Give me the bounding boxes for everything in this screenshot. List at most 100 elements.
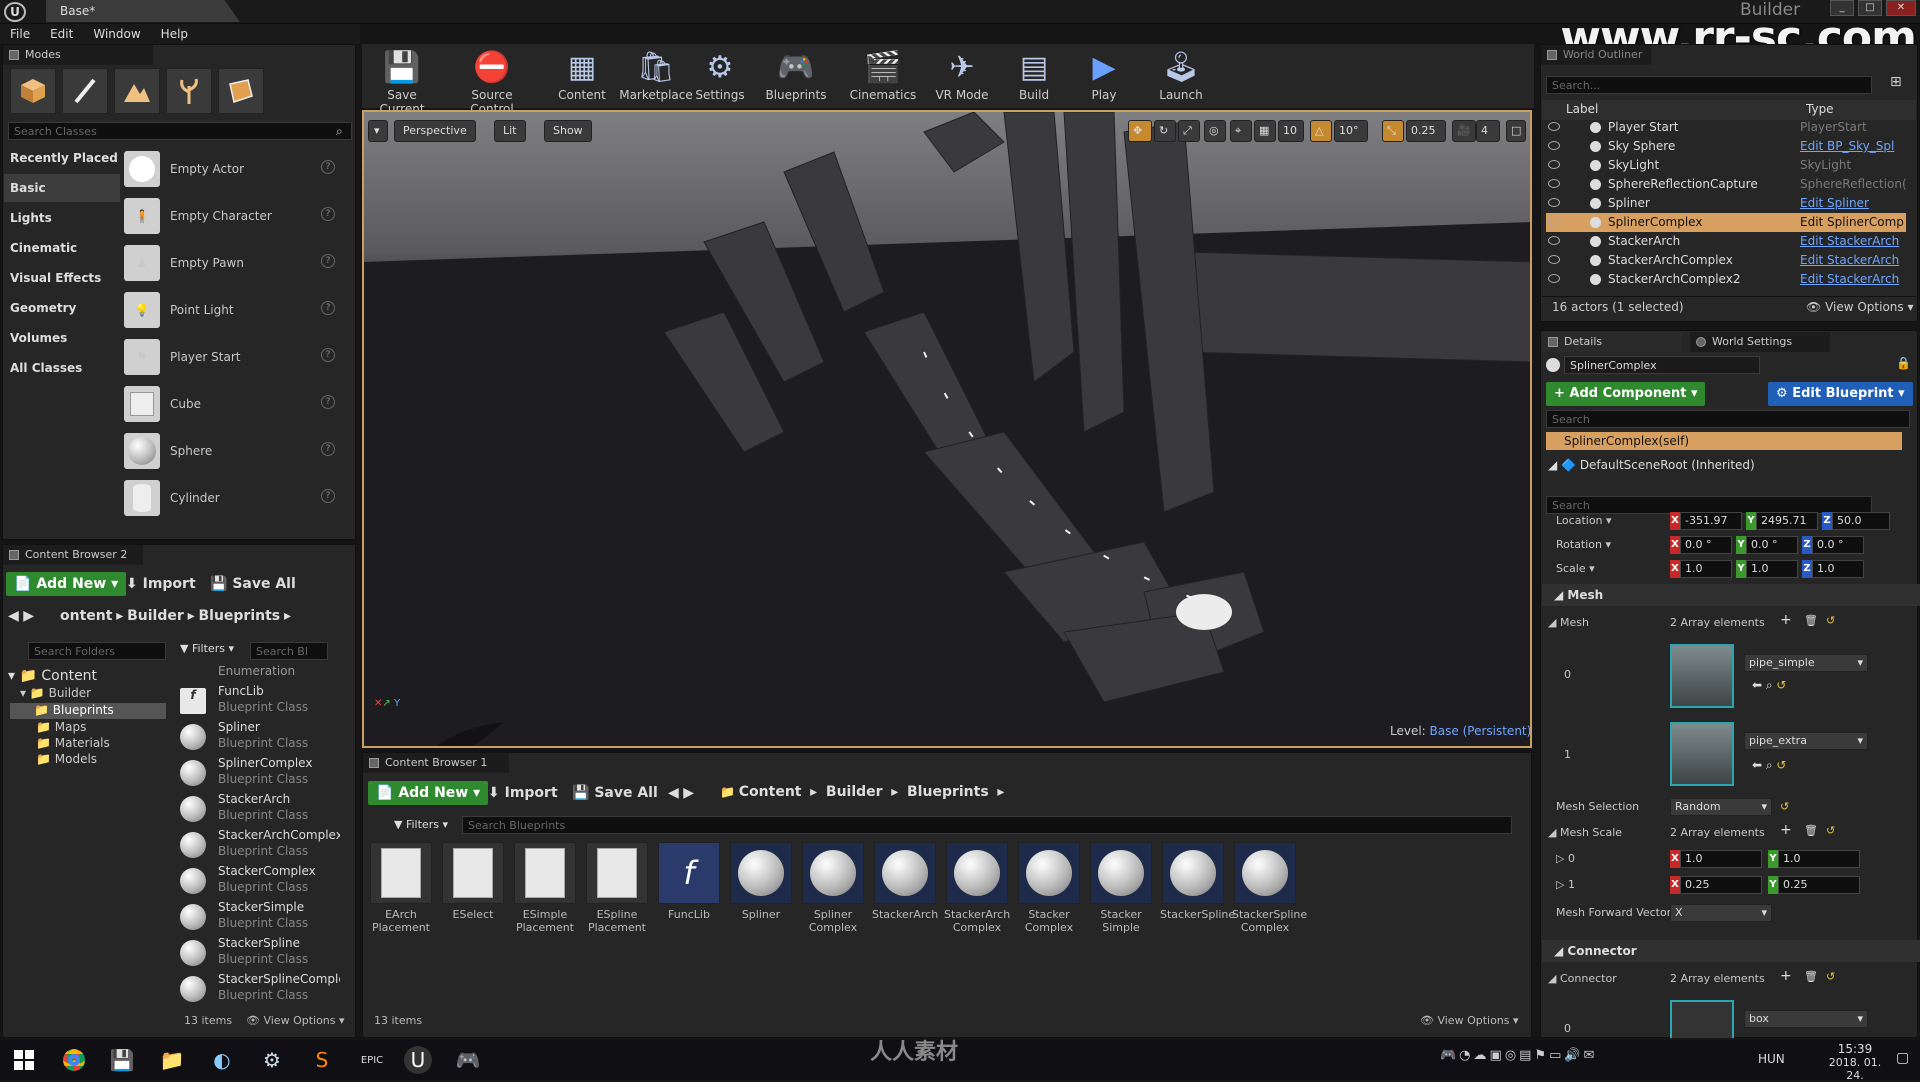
menu-edit[interactable]: Edit — [50, 24, 73, 44]
place-mode-icon[interactable] — [10, 68, 56, 114]
folder-builder[interactable]: ▾ 📁 Builder — [20, 686, 91, 700]
list-item[interactable]: SplinerComplex Blueprint Class — [178, 756, 338, 792]
menu-file[interactable]: File — [10, 24, 30, 44]
actor-type-link[interactable]: Edit StackerArch — [1800, 232, 1899, 251]
world-outliner-tab[interactable]: World Outliner — [1541, 45, 1651, 65]
mesh-scale-x-value[interactable]: 1.0 — [1680, 850, 1762, 868]
actor-type-link[interactable]: Edit StackerArch — [1800, 270, 1899, 289]
connector-dropdown[interactable]: box ▾ — [1744, 1010, 1868, 1028]
search-folders-input[interactable]: Search Folders — [28, 642, 166, 660]
notifications-icon[interactable]: ▢ — [1896, 1050, 1909, 1066]
maximize-viewport-icon[interactable]: □ — [1506, 120, 1526, 142]
visibility-eye-icon[interactable] — [1548, 160, 1560, 169]
outliner-row[interactable]: Player Start PlayerStart — [1546, 118, 1906, 137]
outliner-search-input[interactable]: Search... — [1546, 76, 1872, 94]
folder-maps[interactable]: 📁 Maps — [36, 720, 86, 734]
clock[interactable]: 15:39 2018. 01. 24. — [1820, 1042, 1890, 1082]
asset-tile[interactable]: Spliner — [728, 842, 794, 921]
browse-arrow-icon[interactable]: ⬅ ⌕ ↺ — [1752, 678, 1786, 693]
add-new-button[interactable]: 📄 Add New ▾ — [368, 781, 489, 805]
add-element-icon[interactable]: + — [1780, 822, 1792, 838]
outliner-row[interactable]: SphereReflectionCapture SphereReflection( — [1546, 175, 1907, 194]
connector-thumbnail[interactable] — [1670, 1000, 1734, 1038]
scale-z[interactable]: 1.0 — [1812, 560, 1864, 578]
asset-tile[interactable]: StackerSpline Complex — [1232, 842, 1307, 934]
rotation-x[interactable]: 0.0 ° — [1680, 536, 1732, 554]
breadcrumb-item[interactable]: ontent — [60, 608, 112, 624]
list-item[interactable]: StackerArch Blueprint Class — [178, 792, 338, 828]
scale-y[interactable]: 1.0 — [1746, 560, 1798, 578]
viewport[interactable] — [362, 110, 1532, 748]
unreal-engine-icon[interactable]: U — [404, 1046, 432, 1074]
asset-tile[interactable]: StackerArch — [872, 842, 938, 921]
add-new-button[interactable]: 📄 Add New ▾ — [6, 572, 127, 596]
outliner-row[interactable]: Sky Sphere Edit BP_Sky_Spl — [1546, 137, 1906, 156]
folder-materials[interactable]: 📁 Materials — [36, 736, 110, 750]
trash-icon[interactable]: 🗑 — [1804, 824, 1818, 837]
menu-window[interactable]: Window — [93, 24, 140, 44]
play-button[interactable]: ▶ Play — [1070, 48, 1138, 106]
help-icon[interactable]: ? — [321, 348, 335, 362]
label-column-header[interactable]: Label — [1566, 102, 1598, 116]
lock-icon[interactable]: 🔒 — [1896, 356, 1911, 370]
breadcrumb-item[interactable]: Blueprints — [907, 784, 989, 800]
world-local-icon[interactable]: ◎ — [1204, 120, 1226, 142]
list-item[interactable]: StackerArchComplex Blueprint Class — [178, 828, 340, 864]
mesh-dropdown[interactable]: pipe_simple ▾ — [1744, 654, 1868, 672]
trash-icon[interactable]: 🗑 — [1804, 614, 1818, 627]
component-self[interactable]: SplinerComplex(self) — [1546, 432, 1902, 450]
category-volumes[interactable]: Volumes — [4, 324, 120, 352]
actor-name-field[interactable]: SplinerComplex — [1564, 356, 1760, 374]
asset-tile[interactable]: StackerArch Complex — [944, 842, 1010, 934]
modes-tab[interactable]: Modes — [3, 45, 153, 65]
visibility-eye-icon[interactable] — [1548, 217, 1560, 226]
folder-blueprints[interactable]: 📁 Blueprints — [10, 703, 166, 719]
location-label[interactable]: Location ▾ — [1556, 514, 1612, 527]
mesh-dropdown[interactable]: pipe_extra ▾ — [1744, 732, 1868, 750]
browse-arrow-icon[interactable]: ⬅ ⌕ ↺ — [1752, 758, 1786, 773]
import-button[interactable]: ⬇ Import — [126, 572, 196, 596]
mesh-scale-x-value[interactable]: 0.25 — [1680, 876, 1762, 894]
rotate-icon[interactable]: ↻ — [1154, 120, 1176, 142]
category-visual-effects[interactable]: Visual Effects — [4, 264, 120, 292]
place-item[interactable]: 💡 Point Light? — [124, 287, 339, 333]
outliner-row[interactable]: StackerArch Edit StackerArch — [1546, 232, 1906, 251]
mesh-array-label[interactable]: ◢ Mesh — [1548, 616, 1589, 629]
list-item[interactable]: Spliner Blueprint Class — [178, 720, 338, 756]
place-item[interactable]: Empty Actor? — [124, 146, 339, 192]
visibility-eye-icon[interactable] — [1548, 179, 1560, 188]
help-icon[interactable]: ? — [321, 489, 335, 503]
mesh-thumbnail[interactable] — [1670, 644, 1734, 708]
category-basic[interactable]: Basic — [4, 174, 120, 202]
reset-arrow-icon[interactable]: ↺ — [1826, 614, 1835, 627]
nav-back-icon[interactable]: ◀ ▶ — [8, 608, 34, 624]
outliner-row[interactable]: Spliner Edit Spliner — [1546, 194, 1906, 213]
rotation-label[interactable]: Rotation ▾ — [1556, 538, 1611, 551]
visibility-eye-icon[interactable] — [1548, 274, 1560, 283]
actor-type-link[interactable]: Edit SplinerComp — [1800, 213, 1904, 232]
outliner-row[interactable]: StackerArchComplex2 Edit StackerArch — [1546, 270, 1906, 289]
search-classes-input[interactable]: Search Classes — [8, 122, 352, 140]
reset-arrow-icon[interactable]: ↺ — [1780, 800, 1789, 813]
details-tab[interactable]: Details — [1542, 332, 1682, 352]
save-all-button[interactable]: 💾 Save All — [210, 572, 296, 596]
scale-icon[interactable]: ⤢ — [1178, 120, 1200, 142]
lit-button[interactable]: Lit — [494, 120, 526, 142]
show-button[interactable]: Show — [544, 120, 592, 142]
breadcrumb-item[interactable]: Builder — [826, 784, 883, 800]
discord-icon[interactable]: 🎮 — [454, 1046, 482, 1074]
scale-snap-value[interactable]: 0.25 — [1406, 120, 1446, 142]
media-icon[interactable]: ◐ — [208, 1046, 236, 1074]
category-all-classes[interactable]: All Classes — [4, 354, 120, 382]
location-z[interactable]: 50.0 — [1832, 512, 1890, 530]
actor-type-link[interactable]: Edit StackerArch — [1800, 251, 1899, 270]
trash-icon[interactable]: 🗑 — [1804, 970, 1818, 983]
windows-start-icon[interactable] — [10, 1046, 38, 1074]
add-component-button[interactable]: + Add Component ▾ — [1546, 382, 1706, 406]
view-options-button[interactable]: 👁 View Options ▾ — [1806, 300, 1914, 314]
outliner-row[interactable]: StackerArchComplex Edit StackerArch — [1546, 251, 1906, 270]
list-item[interactable]: StackerSpline Blueprint Class — [178, 936, 338, 972]
view-options-button[interactable]: 👁 View Options ▾ — [246, 1014, 345, 1027]
steam-icon[interactable]: ⚙ — [258, 1046, 286, 1074]
asset-tile[interactable]: StackerSpline — [1160, 842, 1235, 921]
